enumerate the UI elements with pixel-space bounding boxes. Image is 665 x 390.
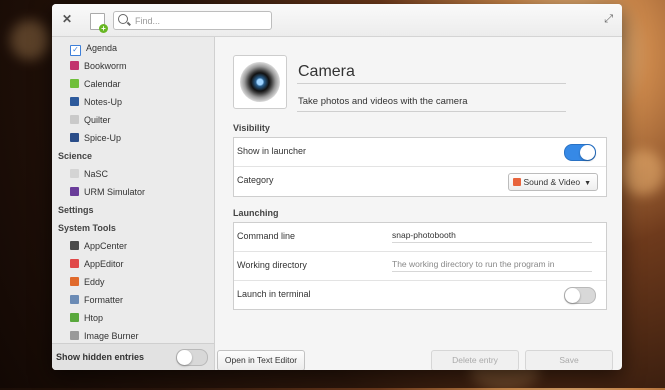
entry-name-field[interactable]: Camera xyxy=(297,61,566,84)
sidebar: ✓ Agenda Bookworm Calendar Notes-Up Quilter Sp… xyxy=(52,37,215,370)
sidebar-item-nasc[interactable]: NaSC xyxy=(70,166,108,182)
sidebar-item-notes-up[interactable]: Notes-Up xyxy=(70,94,122,110)
sidebar-item-image-burner[interactable]: Image Burner xyxy=(70,328,139,344)
search-icon xyxy=(118,14,128,24)
sidebar-item-quilter[interactable]: Quilter xyxy=(70,112,111,128)
category-value: Sound & Video xyxy=(523,177,581,187)
sidebar-item-label: Bookworm xyxy=(84,61,127,71)
show-hidden-entries-toggle[interactable] xyxy=(176,349,208,366)
sidebar-item-label: Image Burner xyxy=(84,331,139,341)
show-in-launcher-row: Show in launcher xyxy=(234,138,606,167)
sidebar-category-system-tools: System Tools xyxy=(58,223,116,233)
category-label: Category xyxy=(237,175,274,185)
command-line-row: Command line snap-photobooth xyxy=(234,223,606,252)
chevron-down-icon: ▼ xyxy=(584,180,591,187)
delete-entry-button[interactable]: Delete entry xyxy=(431,350,519,370)
sidebar-item-agenda[interactable]: ✓ Agenda xyxy=(70,40,117,56)
htop-icon xyxy=(70,313,79,322)
launching-panel: Command line snap-photobooth Working dir… xyxy=(233,222,607,310)
agenda-icon: ✓ xyxy=(70,45,81,56)
entry-editor: Camera Take photos and videos with the c… xyxy=(215,37,622,370)
appeditor-icon xyxy=(70,259,79,268)
working-directory-input[interactable]: The working directory to run the program… xyxy=(392,258,592,272)
appcenter-icon xyxy=(70,241,79,250)
calendar-icon xyxy=(70,79,79,88)
launching-title: Launching xyxy=(233,208,279,218)
sidebar-item-formatter[interactable]: Formatter xyxy=(70,292,123,308)
sidebar-item-label: URM Simulator xyxy=(84,187,146,197)
sidebar-item-label: Agenda xyxy=(86,43,118,53)
sidebar-item-label: AppEditor xyxy=(84,259,124,269)
maximize-icon[interactable]: ⤢ xyxy=(604,13,613,26)
urm-simulator-icon xyxy=(70,187,79,196)
sidebar-item-appeditor[interactable]: AppEditor xyxy=(70,256,124,272)
visibility-title: Visibility xyxy=(233,123,270,133)
sidebar-item-label: Formatter xyxy=(84,295,124,305)
sidebar-item-label: Notes-Up xyxy=(84,97,123,107)
command-line-label: Command line xyxy=(237,231,296,241)
launch-in-terminal-label: Launch in terminal xyxy=(237,289,311,299)
launch-in-terminal-toggle[interactable] xyxy=(564,287,596,304)
app-editor-window: ✕ + ⤢ ✓ Agenda Bookworm Calendar Notes-Up Qui… xyxy=(52,4,622,370)
image-burner-icon xyxy=(70,331,79,340)
show-in-launcher-label: Show in launcher xyxy=(237,146,307,156)
category-row: Category Sound & Video ▼ xyxy=(234,167,606,196)
sidebar-item-urm-simulator[interactable]: URM Simulator xyxy=(70,184,145,200)
search-input[interactable] xyxy=(133,13,267,29)
sidebar-item-htop[interactable]: Htop xyxy=(70,310,103,326)
working-directory-row: Working directory The working directory … xyxy=(234,252,606,281)
sidebar-item-label: NaSC xyxy=(84,169,109,179)
sidebar-item-appcenter[interactable]: AppCenter xyxy=(70,238,127,254)
sidebar-item-bookworm[interactable]: Bookworm xyxy=(70,58,127,74)
sidebar-item-label: AppCenter xyxy=(84,241,128,251)
open-in-text-editor-button[interactable]: Open in Text Editor xyxy=(217,350,305,370)
nasc-icon xyxy=(70,169,79,178)
spice-up-icon xyxy=(70,133,79,142)
show-in-launcher-toggle[interactable] xyxy=(564,144,596,161)
sidebar-category-settings: Settings xyxy=(58,205,94,215)
sidebar-item-label: Quilter xyxy=(84,115,111,125)
camera-app-icon[interactable] xyxy=(233,55,287,109)
sidebar-item-spice-up[interactable]: Spice-Up xyxy=(70,130,121,146)
command-line-input[interactable]: snap-photobooth xyxy=(392,229,592,243)
launch-in-terminal-row: Launch in terminal xyxy=(234,281,606,309)
visibility-panel: Show in launcher Category Sound & Video ▼ xyxy=(233,137,607,197)
search-field[interactable] xyxy=(113,11,272,30)
sound-video-icon xyxy=(512,178,521,186)
category-dropdown[interactable]: Sound & Video ▼ xyxy=(507,173,598,191)
sidebar-item-label: Htop xyxy=(84,313,104,323)
sidebar-item-eddy[interactable]: Eddy xyxy=(70,274,105,290)
close-icon[interactable]: ✕ xyxy=(62,12,72,26)
sidebar-item-label: Calendar xyxy=(84,79,121,89)
formatter-icon xyxy=(70,295,79,304)
bookworm-icon xyxy=(70,61,79,70)
show-hidden-entries-label: Show hidden entries xyxy=(56,352,145,362)
sidebar-item-label: Spice-Up xyxy=(84,133,122,143)
sidebar-item-calendar[interactable]: Calendar xyxy=(70,76,121,92)
titlebar: ✕ + ⤢ xyxy=(52,4,622,37)
eddy-icon xyxy=(70,277,79,286)
working-directory-label: Working directory xyxy=(237,260,307,270)
save-button[interactable]: Save xyxy=(525,350,613,370)
entry-comment-field[interactable]: Take photos and videos with the camera xyxy=(297,93,566,112)
sidebar-footer: Show hidden entries xyxy=(52,343,214,370)
notes-up-icon xyxy=(70,97,79,106)
action-bar: Open in Text Editor Delete entry Save xyxy=(215,349,622,370)
quilter-icon xyxy=(70,115,79,124)
sidebar-item-label: Eddy xyxy=(84,277,105,287)
sidebar-category-science: Science xyxy=(58,151,93,161)
new-entry-icon[interactable]: + xyxy=(90,13,108,33)
